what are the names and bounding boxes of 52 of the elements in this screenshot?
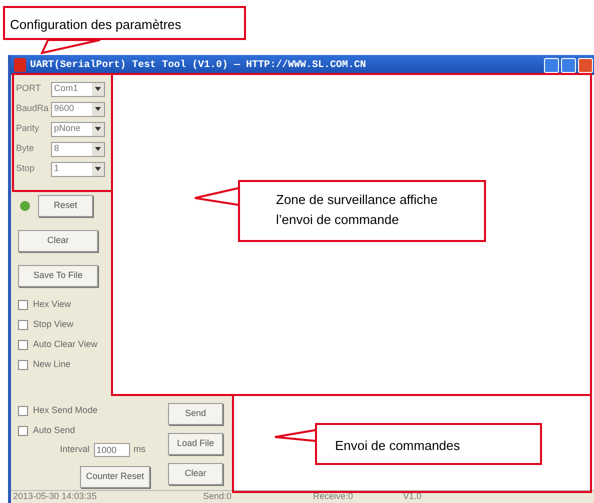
checkbox-label: New Line [33,358,71,371]
caret-icon [92,122,104,136]
minimize-button[interactable] [544,58,559,72]
dropdown[interactable]: 8 [51,142,105,156]
setting-label: BaudRa [16,102,49,116]
button[interactable]: Clear [168,463,223,485]
status-text: Send:0 [202,490,233,503]
unit-label: ms [134,443,146,456]
button[interactable]: Load File [168,433,223,455]
checkbox[interactable] [18,426,28,436]
button[interactable]: Save To File [18,264,98,286]
dropdown[interactable]: Com1 [51,82,105,96]
caret-icon [92,102,104,116]
checkbox[interactable] [18,320,28,330]
checkbox-label: Auto Clear View [33,338,98,351]
setting-label: PORT [16,82,42,96]
checkbox[interactable] [18,406,28,416]
status-text: V1.0 [402,490,423,503]
callout-pointer [274,428,317,442]
setting-label: Parity [16,122,40,136]
button[interactable]: Clear [18,230,98,252]
dropdown[interactable]: pNone [51,122,105,136]
checkbox-label: Stop View [33,318,74,331]
window-title: UART(SerialPort) Test Tool (V1.0) — HTTP://WWW.SL.COM.CN [30,58,366,72]
setting-label: Stop [16,162,36,176]
maximize-button[interactable] [561,58,576,72]
interval-label: Interval [60,443,90,456]
callout-pointer [194,186,240,206]
checkbox-label: Auto Send [33,424,76,438]
callout: Envoi de commandes [315,423,542,465]
dropdown[interactable]: 1 [51,162,105,176]
caret-icon [92,162,104,176]
button[interactable]: Send [168,403,223,425]
checkbox-label: Hex Send Mode [33,404,98,418]
status-text: 2013-05-30 14:03:35 [12,490,98,503]
button[interactable]: Counter Reset [80,466,150,488]
interval-field[interactable]: 1000 [94,443,130,457]
caret-icon [92,82,104,96]
checkbox[interactable] [18,340,28,350]
caret-icon [92,142,104,156]
dropdown[interactable]: 9600 [51,102,105,116]
checkbox[interactable] [18,300,28,310]
checkbox[interactable] [18,360,28,370]
callout: Zone de surveillance affiche l’envoi de commande [238,180,486,242]
button[interactable]: Reset [38,195,93,217]
app-icon [14,58,26,72]
checkbox-label: Hex View [33,298,71,311]
setting-label: Byte [16,142,36,156]
callout: Configuration des paramètres [3,6,246,40]
close-button[interactable] [578,58,593,72]
callout-pointer [40,39,101,54]
status-text: Receive:0 [312,490,354,503]
